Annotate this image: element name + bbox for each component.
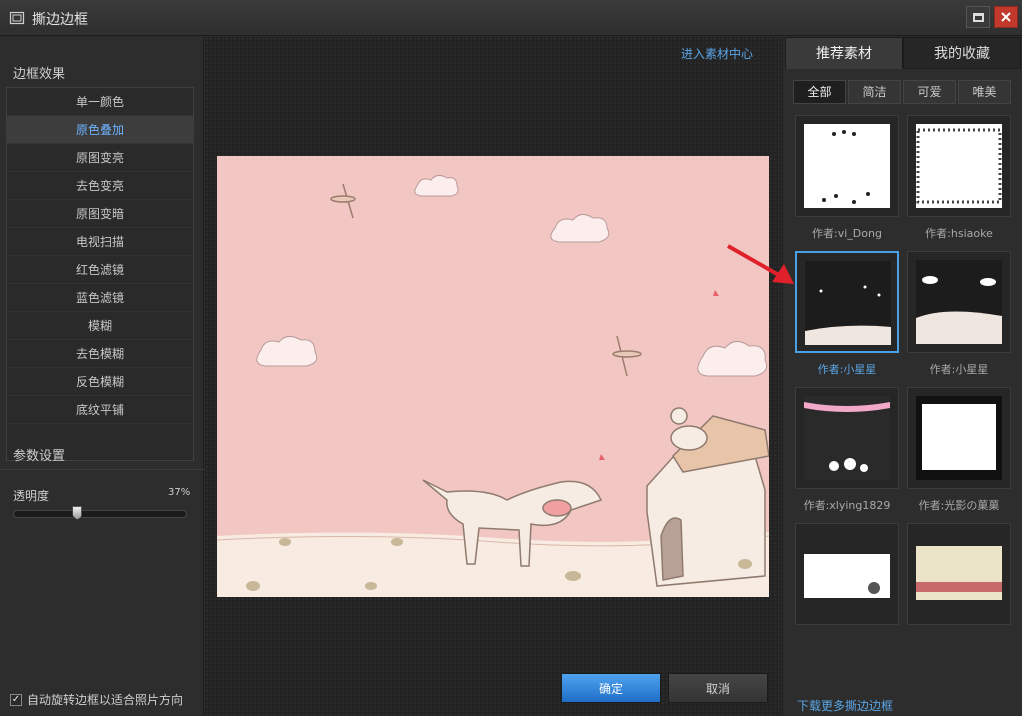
thumbnail-author: 作者:xlying1829	[803, 499, 891, 512]
thumbnail-image	[916, 124, 1002, 208]
cancel-button[interactable]: 取消	[668, 673, 768, 703]
thumbnail-image	[804, 532, 890, 616]
effect-item[interactable]: 去色变亮	[7, 172, 193, 200]
auto-rotate-label: 自动旋转边框以适合照片方向	[27, 693, 184, 707]
close-icon	[1001, 12, 1011, 22]
opacity-slider-track[interactable]	[13, 510, 187, 518]
tab-favorites[interactable]: 我的收藏	[903, 37, 1021, 69]
filter-tab[interactable]: 简洁	[848, 80, 901, 104]
effect-item[interactable]: 反色模糊	[7, 368, 193, 396]
opacity-value: 37%	[168, 487, 191, 498]
frame-icon	[9, 11, 25, 25]
opacity-label: 透明度	[13, 489, 50, 503]
effect-item[interactable]: 单一颜色	[7, 88, 193, 116]
thumbnail-image	[804, 396, 890, 480]
frame-thumbnail[interactable]	[907, 523, 1011, 625]
window-title: 撕边边框	[32, 12, 88, 28]
divider	[0, 469, 204, 470]
title-bar: 撕边边框	[0, 0, 1022, 36]
filter-tab[interactable]: 全部	[793, 80, 846, 104]
left-panel: 边框效果 单一颜色 原色叠加 原图变亮 去色变亮 原图变暗 电视扫描 红色滤镜 蓝色滤镜 模糊去…	[0, 37, 204, 716]
effect-item[interactable]: 去色模糊	[7, 340, 193, 368]
frame-thumbnail[interactable]	[795, 115, 899, 217]
effect-item[interactable]: 底纹平铺	[7, 396, 193, 424]
thumbnail-author: 作者:vi_Dong	[812, 227, 882, 240]
filter-tab[interactable]: 唯美	[958, 80, 1011, 104]
annotation-arrow-icon	[727, 244, 794, 284]
maximize-button[interactable]	[966, 6, 990, 28]
frame-thumbnail[interactable]	[907, 387, 1011, 489]
filter-tab[interactable]: 可爱	[903, 80, 956, 104]
material-tabs: 推荐素材 我的收藏	[785, 37, 1021, 69]
ok-button[interactable]: 确定	[561, 673, 661, 703]
thumbnail-author: 作者:小星星	[929, 363, 989, 376]
maximize-icon	[972, 12, 984, 22]
frame-thumbnail[interactable]	[795, 387, 899, 489]
material-center-link[interactable]: 进入素材中心	[681, 45, 753, 62]
auto-rotate-option[interactable]: ✓ 自动旋转边框以适合照片方向	[10, 691, 183, 708]
thumbnail-image	[916, 532, 1002, 616]
effects-section-title: 边框效果	[13, 67, 66, 82]
effects-list: 单一颜色 原色叠加 原图变亮 去色变亮 原图变暗 电视扫描 红色滤镜 蓝色滤镜 模糊 去色模糊 反色…	[6, 87, 194, 461]
effect-item[interactable]: 蓝色滤镜	[7, 284, 193, 312]
frame-thumbnail[interactable]	[795, 523, 899, 625]
effect-item[interactable]: 红色滤镜	[7, 256, 193, 284]
preview-area: 进入素材中心 确定 取消	[205, 37, 781, 716]
filter-tabs: 全部 简洁 可爱 唯美	[793, 80, 1011, 104]
thumbnail-author: 作者:小星星	[817, 363, 877, 376]
effect-item[interactable]: 原图变暗	[7, 200, 193, 228]
thumbnail-image	[804, 124, 890, 208]
thumbnail-image	[805, 261, 891, 345]
frame-thumbnail[interactable]	[907, 251, 1011, 353]
tab-recommended[interactable]: 推荐素材	[785, 37, 903, 69]
effect-item[interactable]: 模糊	[7, 312, 193, 340]
thumbnail-author: 作者:hsiaoke	[925, 227, 993, 240]
frame-thumbnail[interactable]	[907, 115, 1011, 217]
frame-thumbnail[interactable]	[795, 251, 899, 353]
thumbnail-image	[916, 260, 1002, 344]
preview-image	[217, 156, 769, 597]
effect-item[interactable]: 原色叠加	[7, 116, 193, 144]
thumbnail-image	[916, 396, 1002, 480]
material-panel: 推荐素材 我的收藏 全部 简洁 可爱 唯美 作者:vi_Dong 作者:hsiaoke 作者…	[782, 37, 1022, 716]
preview-illustration	[217, 156, 769, 597]
close-button[interactable]	[994, 6, 1018, 28]
download-more-link[interactable]: 下载更多撕边边框	[797, 697, 893, 714]
effect-item[interactable]: 电视扫描	[7, 228, 193, 256]
effect-item[interactable]: 原图变亮	[7, 144, 193, 172]
thumbnail-author: 作者:光影の菓菓	[918, 499, 1000, 512]
params-section-title: 参数设置	[13, 449, 66, 464]
auto-rotate-checkbox[interactable]: ✓	[10, 693, 22, 706]
